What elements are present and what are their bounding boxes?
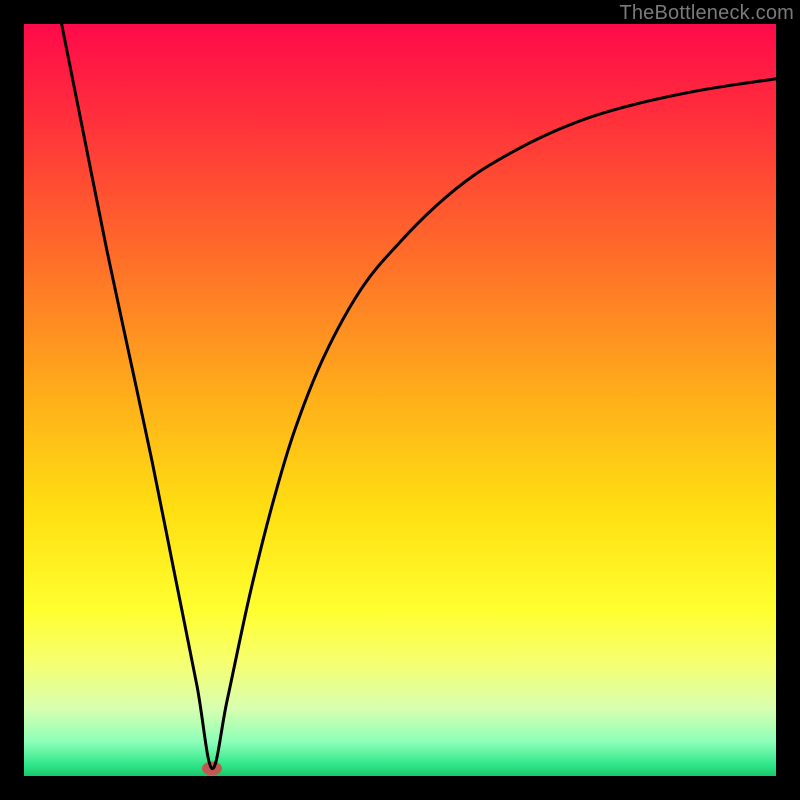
chart-svg — [24, 24, 776, 776]
watermark-text: TheBottleneck.com — [619, 2, 794, 25]
chart-background — [24, 24, 776, 776]
chart-frame — [24, 24, 776, 776]
